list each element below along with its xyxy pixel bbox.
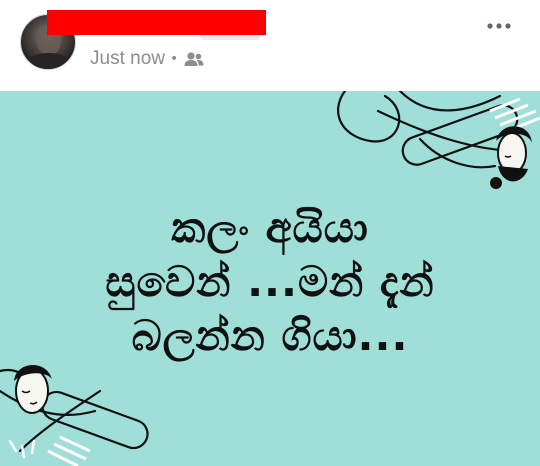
more-horizontal-icon <box>487 23 511 29</box>
caption-line-2: සුවෙන් ...මන් දැන් <box>105 257 435 306</box>
post-meta: Just now • <box>90 46 204 72</box>
more-options-button[interactable] <box>485 16 515 36</box>
caption-line-1: කලං අයියා <box>171 203 369 252</box>
caption-line-3: බලන්න ගියා... <box>131 311 409 360</box>
meta-separator: • <box>169 51 179 67</box>
image-caption: කලං අයියා සුවෙන් ...මන් දැන් බලන්න ගියා.… <box>0 201 540 363</box>
post-header: Just now • <box>0 0 540 91</box>
post-image[interactable]: කලං අයියා සුවෙන් ...මන් දැන් බලන්න ගියා.… <box>0 91 540 466</box>
friends-icon[interactable] <box>184 51 204 67</box>
avatar-shoulders <box>25 53 73 69</box>
post-timestamp[interactable]: Just now <box>90 48 165 70</box>
author-name-redaction <box>47 10 266 35</box>
